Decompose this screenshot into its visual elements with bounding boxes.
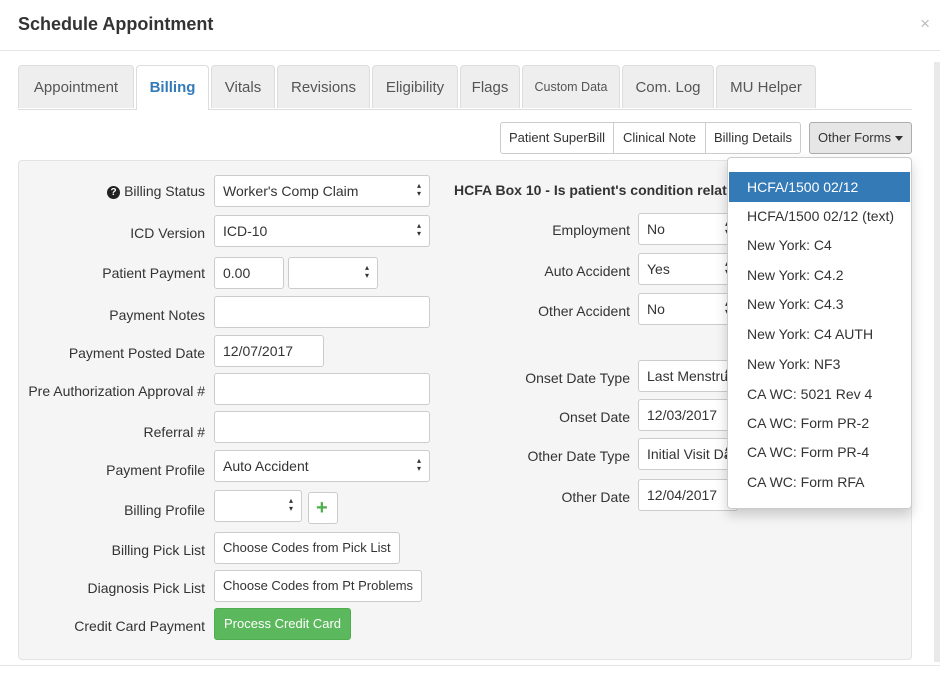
auto-accident-label: Auto Accident (544, 263, 630, 279)
pre-authorization-label: Pre Authorization Approval # (28, 383, 205, 399)
patient-superbill-button[interactable]: Patient SuperBill (500, 122, 614, 154)
plus-icon: + (316, 497, 328, 519)
choose-codes-pick-list-button[interactable]: Choose Codes from Pick List (214, 532, 400, 564)
tab-com-log[interactable]: Com. Log (622, 65, 714, 108)
other-date-type-label: Other Date Type (527, 448, 630, 464)
patient-payment-input[interactable]: 0.00 (214, 257, 284, 289)
other-date-input[interactable]: 12/04/2017 (638, 479, 738, 511)
hcfa-box10-heading: HCFA Box 10 - Is patient's condition rel… (454, 182, 727, 198)
menu-item-hcfa-1500-text[interactable]: HCFA/1500 02/12 (text) (729, 201, 910, 231)
icd-version-label: ICD Version (130, 225, 205, 241)
menu-item-ny-nf3[interactable]: New York: NF3 (729, 349, 910, 379)
onset-date-type-label: Onset Date Type (525, 370, 630, 386)
pre-authorization-input[interactable] (214, 373, 430, 405)
help-icon[interactable]: ? (107, 186, 121, 199)
payment-notes-input[interactable] (214, 296, 430, 328)
clinical-note-button[interactable]: Clinical Note (613, 122, 706, 154)
payment-profile-label: Payment Profile (106, 462, 205, 478)
close-icon[interactable]: × (920, 14, 930, 34)
onset-date-type-select[interactable]: Last Menstru (638, 360, 738, 392)
other-date-label: Other Date (561, 489, 630, 505)
other-accident-select[interactable]: No (638, 293, 738, 325)
menu-item-ca-wc-5021[interactable]: CA WC: 5021 Rev 4 (729, 379, 910, 409)
caret-down-icon (894, 136, 903, 142)
billing-profile-select[interactable] (214, 490, 302, 522)
employment-label: Employment (552, 222, 630, 238)
add-billing-profile-button[interactable]: + (308, 492, 338, 524)
menu-item-ny-c4-3[interactable]: New York: C4.3 (729, 289, 910, 319)
credit-card-payment-label: Credit Card Payment (74, 618, 205, 634)
menu-item-ca-wc-rfa[interactable]: CA WC: Form RFA (729, 467, 910, 497)
menu-item-ca-wc-pr4[interactable]: CA WC: Form PR-4 (729, 437, 910, 467)
referral-input[interactable] (214, 411, 430, 443)
payment-profile-select[interactable]: Auto Accident (214, 450, 430, 482)
patient-payment-label: Patient Payment (102, 265, 205, 281)
billing-pick-list-label: Billing Pick List (111, 542, 205, 558)
menu-item-ny-c4[interactable]: New York: C4 (729, 230, 910, 260)
process-credit-card-button[interactable]: Process Credit Card (214, 608, 352, 640)
tab-vitals[interactable]: Vitals (211, 65, 275, 108)
menu-item-ny-c4-auth[interactable]: New York: C4 AUTH (729, 319, 910, 349)
onset-date-input[interactable]: 12/03/2017 (638, 399, 738, 431)
other-date-type-select[interactable]: Initial Visit Da (638, 438, 738, 470)
menu-item-hcfa-1500[interactable]: HCFA/1500 02/12 (729, 172, 910, 202)
other-accident-label: Other Accident (538, 303, 630, 319)
modal-title: Schedule Appointment (18, 14, 214, 34)
choose-codes-pt-problems-button[interactable]: Choose Codes from Pt Problems (214, 570, 423, 602)
tab-flags[interactable]: Flags (460, 65, 520, 108)
menu-item-ca-wc-pr2[interactable]: CA WC: Form PR-2 (729, 408, 910, 438)
tab-appointment[interactable]: Appointment (18, 65, 134, 108)
menu-item-ny-c4-2[interactable]: New York: C4.2 (729, 260, 910, 290)
other-forms-button[interactable]: Other Forms (809, 122, 912, 154)
referral-label: Referral # (143, 424, 205, 440)
tab-bar: Appointment Billing Vitals Revisions Eli… (18, 65, 912, 110)
payment-posted-date-input[interactable]: 12/07/2017 (214, 335, 324, 367)
tab-billing[interactable]: Billing (136, 65, 209, 110)
tab-eligibility[interactable]: Eligibility (372, 65, 458, 108)
modal-header: Schedule Appointment × (0, 0, 940, 51)
billing-status-label: ? Billing Status (20, 183, 205, 199)
tab-custom-data[interactable]: Custom Data (522, 65, 620, 108)
billing-details-button[interactable]: Billing Details (705, 122, 801, 154)
payment-method-select[interactable] (288, 257, 378, 289)
scrollbar-track[interactable] (934, 62, 940, 662)
other-forms-menu: HCFA/1500 02/12 HCFA/1500 02/12 (text) N… (727, 157, 912, 509)
payment-notes-label: Payment Notes (109, 307, 205, 323)
diagnosis-pick-list-label: Diagnosis Pick List (87, 580, 206, 596)
auto-accident-select[interactable]: Yes (638, 253, 738, 285)
icd-version-select[interactable]: ICD-10 (214, 215, 430, 247)
tab-revisions[interactable]: Revisions (277, 65, 370, 108)
modal-footer-divider (0, 665, 940, 666)
billing-status-select[interactable]: Worker's Comp Claim (214, 175, 430, 207)
tab-mu-helper[interactable]: MU Helper (716, 65, 816, 108)
billing-profile-label: Billing Profile (124, 502, 205, 518)
onset-date-label: Onset Date (559, 409, 630, 425)
other-forms-label: Other Forms (818, 130, 891, 145)
payment-posted-date-label: Payment Posted Date (68, 345, 205, 361)
employment-select[interactable]: No (638, 213, 738, 245)
